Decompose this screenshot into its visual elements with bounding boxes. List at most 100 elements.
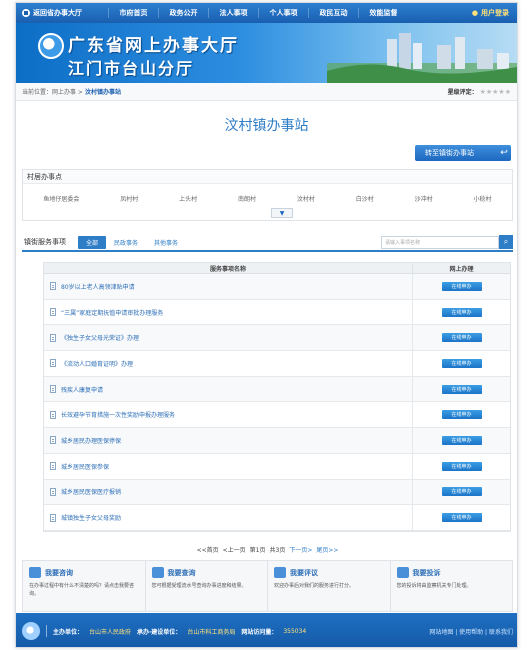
village-item[interactable]: 上头村 [179, 194, 197, 203]
nav-item-personal[interactable]: 个人事项 [258, 8, 308, 18]
nav-item-interaction[interactable]: 政民互动 [308, 8, 358, 18]
service-link[interactable]: 城镇独生子女父母奖励 [61, 513, 121, 522]
village-item[interactable]: 汶村村 [297, 194, 315, 203]
site-emblem-icon [38, 33, 64, 59]
village-list: 鱼地仔居委会 凤村村 上头村 南朗村 汶村村 白沙村 沙冲村 小稔村 [23, 184, 512, 203]
service-link[interactable]: 《流动人口婚育证明》办理 [61, 359, 133, 368]
consult-title: 我要咨询 [45, 568, 73, 577]
tab-other-affairs[interactable]: 其他事务 [146, 236, 186, 249]
host-value: 台山市人民政府 [89, 628, 132, 636]
magnifier-icon [151, 567, 164, 578]
query-box[interactable]: 我要查询 您可根据受理流水号查询办事进度和结果。 [146, 561, 268, 611]
search-button[interactable]: ⌕ [499, 235, 513, 249]
back-to-province-link[interactable]: 返回省办事大厅 [16, 8, 108, 18]
apply-online-button[interactable]: 在线申办 [441, 487, 482, 497]
apply-online-button[interactable]: 在线申办 [441, 435, 482, 445]
service-link[interactable]: “三属”家庭定期抚恤申请审批办理服务 [61, 308, 163, 317]
service-link[interactable]: 80岁以上老人高领津贴申请 [61, 282, 135, 291]
evaluate-box[interactable]: 我要评议 欢迎办事后对我们的服务进行打分。 [268, 561, 391, 611]
complain-title: 我要投诉 [412, 568, 441, 577]
breadcrumb: 当前位置：网上办事 > 汶村镇办事站 星级评定： ★★★★★ [16, 83, 517, 101]
tab-all[interactable]: 全部 [78, 235, 107, 249]
consult-box[interactable]: 我要咨询 在办事过程中有什么不清楚的吗？请点击我要咨询。 [23, 561, 146, 611]
table-row: 城镇独生子女父母奖励 在线申办 [44, 505, 510, 531]
rating-label: 星级评定： [447, 89, 478, 96]
first-page-link[interactable]: <<首页 [197, 545, 219, 554]
query-desc: 您可根据受理流水号查询办事进度和结果。 [151, 583, 247, 589]
table-body: 80岁以上老人高领津贴申请 在线申办 “三属”家庭定期抚恤申请审批办理服务 在线… [44, 274, 510, 531]
document-icon [50, 436, 56, 445]
expand-villages-button[interactable]: ▼ [271, 208, 293, 218]
service-link[interactable]: 《独生子女父母光荣证》办理 [61, 333, 139, 342]
apply-online-button[interactable]: 在线申办 [441, 307, 482, 317]
star-rating: 星级评定： ★★★★★ [447, 87, 511, 97]
village-item[interactable]: 凤村村 [120, 194, 138, 203]
table-row: 《流动人口婚育证明》办理 在线申办 [44, 351, 510, 377]
page-frame: 返回省办事大厅 市府首页 政务公开 法人事项 个人事项 政民互动 效能监督 ● … [15, 2, 518, 648]
query-title: 我要查询 [167, 568, 196, 577]
document-icon [50, 513, 56, 522]
login-label: 用户登录 [481, 9, 509, 17]
pagination: <<首页 <上一页 第1页 共3页 下一页> 尾页>> [16, 545, 517, 554]
apply-online-button[interactable]: 在线申办 [441, 461, 482, 471]
service-link[interactable]: 长效避孕节育措施一次性奖励申报办理服务 [61, 410, 175, 419]
nav-item-gov-affairs[interactable]: 政务公开 [158, 8, 208, 18]
document-icon [50, 385, 56, 394]
return-arrow-icon: ↩ [500, 148, 508, 158]
village-points-heading: 村居办事点 [23, 170, 512, 184]
apply-online-button[interactable]: 在线申办 [441, 410, 482, 420]
village-item[interactable]: 沙冲村 [415, 194, 433, 203]
village-item[interactable]: 南朗村 [238, 194, 256, 203]
table-row: 城乡居民医保参保 在线申办 [44, 453, 510, 480]
complain-box[interactable]: 我要投诉 您的投诉将由监察机关专门处理。 [391, 561, 513, 611]
tab-civil-affairs[interactable]: 民政事务 [106, 236, 146, 249]
service-link[interactable]: 城乡居民办理医保停保 [61, 436, 121, 445]
next-page-link[interactable]: 下一页> [289, 545, 312, 554]
login-link[interactable]: ● 用户登录 [472, 8, 517, 18]
footer-links[interactable]: 网站地图 | 使用帮助 | 联系我们 [429, 627, 513, 636]
host-label: 主办单位： [53, 628, 84, 636]
top-navigation: 返回省办事大厅 市府首页 政务公开 法人事项 个人事项 政民互动 效能监督 ● … [16, 3, 517, 23]
apply-online-button[interactable]: 在线申办 [441, 513, 482, 523]
document-icon [50, 462, 56, 471]
chevron-down-icon: ▼ [279, 209, 285, 217]
footer-divider [46, 625, 47, 637]
prev-page-link[interactable]: <上一页 [223, 545, 246, 554]
site-banner: 广东省网上办事大厅 江门市台山分厅 [16, 23, 517, 83]
nav-item-corporate[interactable]: 法人事项 [208, 8, 258, 18]
current-page: 第1页 [249, 547, 266, 554]
nav-item-supervision[interactable]: 效能监督 [358, 8, 408, 18]
consult-desc: 在办事过程中有什么不清楚的吗？请点击我要咨询。 [29, 583, 135, 597]
service-link[interactable]: 城乡居民医保医疗报销 [61, 487, 121, 496]
rating-stars-icon: ★★★★★ [479, 87, 511, 96]
breadcrumb-prefix: 当前位置：网上办事 > [22, 89, 83, 96]
service-link[interactable]: 残疾人康复申请 [61, 385, 103, 394]
services-table: 服务事项名称 网上办理 80岁以上老人高领津贴申请 在线申办 “三属”家庭定期抚… [43, 262, 511, 532]
document-icon [50, 410, 56, 419]
document-icon [50, 308, 56, 317]
service-search: 请输入事项名称 ⌕ [381, 235, 513, 249]
table-row: 80岁以上老人高领津贴申请 在线申办 [44, 274, 510, 300]
apply-online-button[interactable]: 在线申办 [441, 333, 482, 343]
service-search-input[interactable]: 请输入事项名称 [381, 235, 499, 249]
user-icon: ● [471, 9, 478, 17]
table-row: 城乡居民办理医保停保 在线申办 [44, 428, 510, 454]
table-header: 服务事项名称 网上办理 [44, 263, 510, 274]
apply-online-button[interactable]: 在线申办 [441, 384, 482, 394]
village-item[interactable]: 白沙村 [356, 194, 374, 203]
nav-item-home[interactable]: 市府首页 [108, 8, 158, 18]
city-skyline-image [327, 33, 517, 83]
home-icon [22, 9, 30, 17]
last-page-link[interactable]: 尾页>> [316, 545, 338, 554]
complain-desc: 您的投诉将由监察机关专门处理。 [396, 583, 472, 589]
apply-online-button[interactable]: 在线申办 [441, 358, 482, 368]
document-icon [50, 359, 56, 368]
document-icon [50, 487, 56, 496]
switch-station-button[interactable]: 转至镇街办事站 ↩ [415, 145, 511, 161]
village-item[interactable]: 鱼地仔居委会 [43, 194, 79, 203]
envelope-icon [274, 567, 286, 578]
consult-icon [29, 567, 41, 578]
apply-online-button[interactable]: 在线申办 [441, 281, 482, 291]
village-item[interactable]: 小稔村 [474, 194, 492, 203]
service-link[interactable]: 城乡居民医保参保 [61, 462, 109, 471]
